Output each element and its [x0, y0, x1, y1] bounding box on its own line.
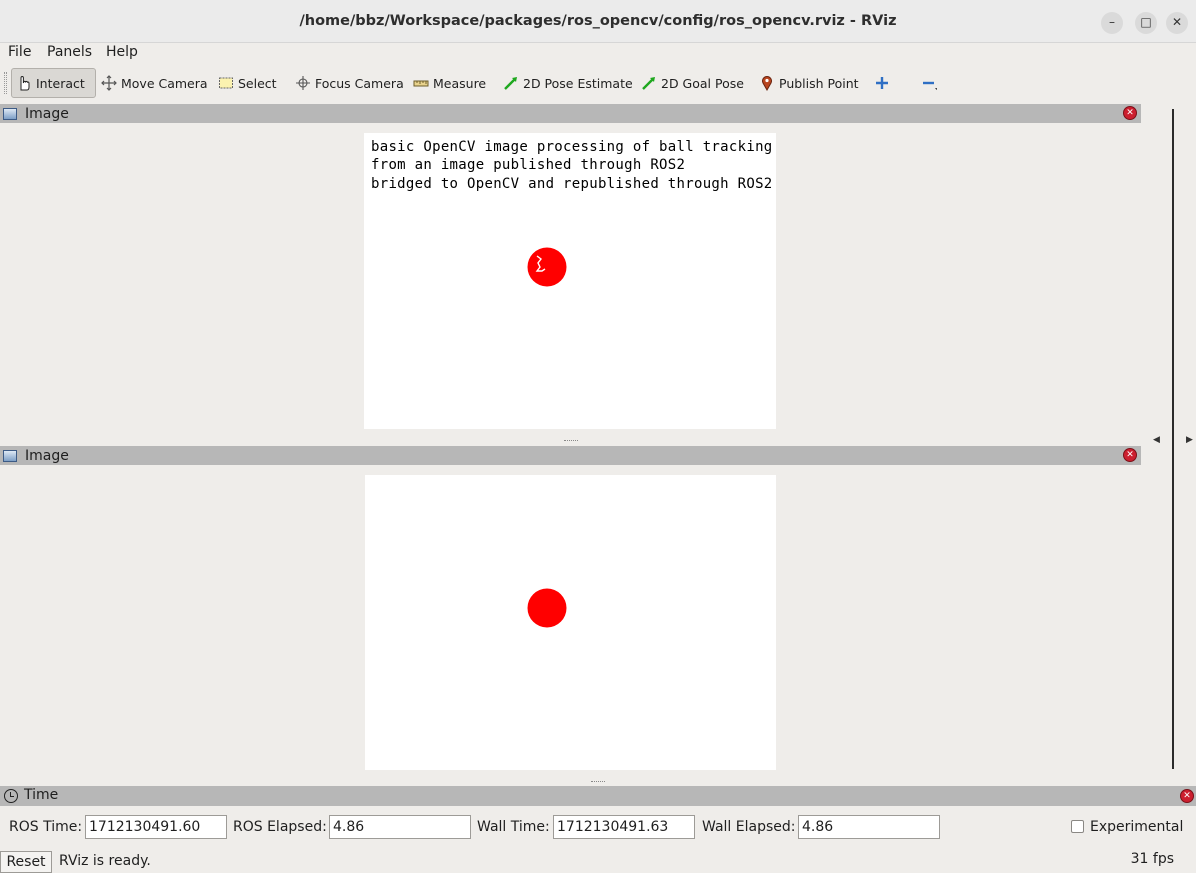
panel-splitter-handle[interactable]	[591, 781, 605, 784]
wall-elapsed-label: Wall Elapsed:	[702, 819, 796, 835]
menu-file[interactable]: File	[8, 43, 31, 61]
menu-bar: File Panels Help	[0, 43, 1196, 65]
tool-bar: Interact Move Camera Select Focus Camera…	[0, 66, 1196, 100]
measure-label: Measure	[433, 75, 487, 91]
move-arrows-icon	[101, 75, 117, 91]
interact-label: Interact	[36, 75, 85, 91]
minimize-icon: –	[1109, 15, 1115, 29]
image-panel-top-title: Image	[25, 105, 69, 122]
maximize-icon: □	[1140, 15, 1152, 29]
status-bar: Reset RViz is ready. 31 fps	[0, 850, 1196, 873]
time-panel: ROS Time: ROS Elapsed: Wall Time: Wall E…	[0, 810, 1196, 844]
image-panel-bottom-header[interactable]: Image ✕	[0, 446, 1141, 465]
publish-point-tool-button[interactable]: Publish Point	[755, 68, 863, 98]
image-panel-top-header[interactable]: Image ✕	[0, 104, 1141, 123]
minus-icon	[921, 75, 938, 91]
image-panel-top-view: basic OpenCV image processing of ball tr…	[7, 123, 1134, 429]
time-panel-title: Time	[24, 787, 59, 803]
overlay-text-line: bridged to OpenCV and republished throug…	[371, 176, 773, 192]
goal-pose-tool-button[interactable]: 2D Goal Pose	[637, 68, 748, 98]
focus-camera-tool-button[interactable]: Focus Camera	[291, 68, 408, 98]
select-tool-button[interactable]: Select	[214, 68, 281, 98]
toolbar-grip[interactable]	[4, 72, 7, 94]
image-panel-bottom-title: Image	[25, 447, 69, 464]
publish-point-label: Publish Point	[779, 75, 859, 91]
hand-pointer-icon	[16, 75, 32, 91]
tracked-ball	[527, 247, 567, 287]
minimize-button[interactable]: –	[1101, 12, 1123, 34]
wall-time-label: Wall Time:	[477, 819, 550, 835]
goal-pose-label: 2D Goal Pose	[661, 75, 744, 91]
interact-tool-button[interactable]: Interact	[11, 68, 96, 98]
overlay-text-line: from an image published through ROS2	[371, 157, 686, 173]
pose-estimate-tool-button[interactable]: 2D Pose Estimate	[499, 68, 637, 98]
add-tool-button[interactable]	[870, 68, 894, 98]
move-camera-tool-button[interactable]: Move Camera	[97, 68, 212, 98]
window-titlebar[interactable]: /home/bbz/Workspace/packages/ros_opencv/…	[0, 0, 1196, 43]
close-window-button[interactable]: ✕	[1166, 12, 1188, 34]
collapse-left-icon[interactable]: ◀	[1153, 435, 1160, 445]
tracked-ball	[527, 588, 567, 628]
focus-target-icon	[295, 75, 311, 91]
image-display-bottom	[365, 475, 776, 770]
window-title: /home/bbz/Workspace/packages/ros_opencv/…	[299, 13, 897, 29]
close-icon: ✕	[1171, 15, 1183, 29]
ros-elapsed-field[interactable]	[329, 815, 471, 839]
ros-elapsed-label: ROS Elapsed:	[233, 819, 327, 835]
reset-button[interactable]: Reset	[0, 851, 52, 873]
green-arrow-icon	[641, 75, 657, 91]
wall-elapsed-field[interactable]	[798, 815, 940, 839]
collapse-right-icon[interactable]: ▶	[1186, 435, 1193, 445]
close-icon[interactable]: ✕	[1123, 448, 1137, 462]
select-box-icon	[218, 75, 234, 91]
image-panel-icon	[3, 449, 17, 462]
map-pin-icon	[759, 75, 775, 92]
overlay-text-line: basic OpenCV image processing of ball tr…	[371, 139, 773, 155]
ruler-icon	[413, 75, 429, 91]
image-display-top: basic OpenCV image processing of ball tr…	[364, 133, 776, 429]
clock-icon	[4, 789, 18, 803]
image-panel-bottom-view	[7, 465, 1134, 770]
menu-panels[interactable]: Panels	[47, 43, 92, 61]
experimental-checkbox[interactable]	[1071, 820, 1084, 833]
green-arrow-icon	[503, 75, 519, 91]
right-dock-divider[interactable]	[1172, 109, 1174, 769]
fps-indicator: 31 fps	[1130, 851, 1174, 867]
time-panel-header[interactable]: Time ✕	[0, 786, 1196, 806]
ros-time-label: ROS Time:	[9, 819, 83, 835]
remove-tool-button[interactable]	[917, 68, 941, 98]
status-message: RViz is ready.	[59, 853, 151, 869]
menu-help[interactable]: Help	[106, 43, 138, 61]
measure-tool-button[interactable]: Measure	[409, 68, 490, 98]
plus-icon	[874, 75, 890, 91]
ros-time-field[interactable]	[85, 815, 227, 839]
maximize-button[interactable]: □	[1135, 12, 1157, 34]
wall-time-field[interactable]	[553, 815, 695, 839]
pose-estimate-label: 2D Pose Estimate	[523, 75, 633, 91]
focus-camera-label: Focus Camera	[315, 75, 404, 91]
panel-splitter-handle[interactable]	[564, 440, 578, 443]
move-camera-label: Move Camera	[121, 75, 208, 91]
experimental-label: Experimental	[1090, 819, 1184, 835]
image-panel-icon	[3, 107, 17, 120]
select-label: Select	[238, 75, 277, 91]
close-icon[interactable]: ✕	[1180, 789, 1194, 803]
close-icon[interactable]: ✕	[1123, 106, 1137, 120]
